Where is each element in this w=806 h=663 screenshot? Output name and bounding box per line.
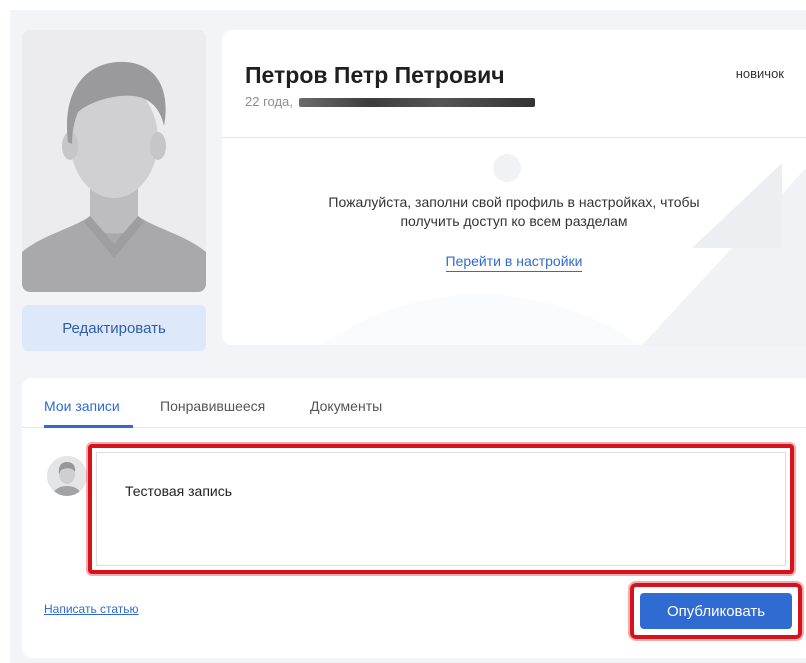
settings-link-wrap: Перейти в настройки: [222, 253, 806, 272]
post-text-input[interactable]: Тестовая запись: [96, 452, 786, 566]
notice-line-2: получить доступ ко всем разделам: [400, 213, 628, 229]
edit-profile-button[interactable]: Редактировать: [22, 305, 206, 351]
profile-subtitle: 22 года,: [245, 94, 535, 109]
profile-name: Петров Петр Петрович: [245, 62, 505, 88]
profile-notice: Пожалуйста, заполни свой профиль в настр…: [222, 193, 806, 231]
tab-liked[interactable]: Понравившееся: [160, 398, 265, 414]
publish-button[interactable]: Опубликовать: [640, 593, 792, 629]
tab-my-posts[interactable]: Мои записи: [44, 398, 120, 414]
posts-card: Мои записи Понравившееся Документы Тесто…: [22, 378, 806, 658]
go-to-settings-link[interactable]: Перейти в настройки: [445, 253, 583, 272]
profile-age: 22 года,: [245, 94, 293, 109]
post-input-highlight: Тестовая запись: [88, 444, 794, 574]
publish-button-highlight: Опубликовать: [630, 583, 802, 639]
rank-badge: новичок: [735, 66, 784, 81]
small-person-avatar-icon: [47, 456, 87, 496]
write-article-link[interactable]: Написать статью: [44, 602, 139, 616]
profile-avatar: [22, 30, 206, 292]
author-avatar: [47, 456, 87, 496]
profile-header: Петров Петр Петрович 22 года, новичок: [222, 30, 806, 138]
posts-tabs: Мои записи Понравившееся Документы: [22, 378, 806, 428]
default-person-avatar-icon: [22, 30, 206, 292]
active-tab-indicator: [44, 425, 133, 428]
profile-card: Петров Петр Петрович 22 года, новичок По…: [222, 30, 806, 345]
tab-documents[interactable]: Документы: [310, 398, 382, 414]
notice-line-1: Пожалуйста, заполни свой профиль в настр…: [328, 194, 700, 210]
redacted-email: [298, 98, 535, 107]
decorative-arrow-shape: [322, 154, 806, 345]
